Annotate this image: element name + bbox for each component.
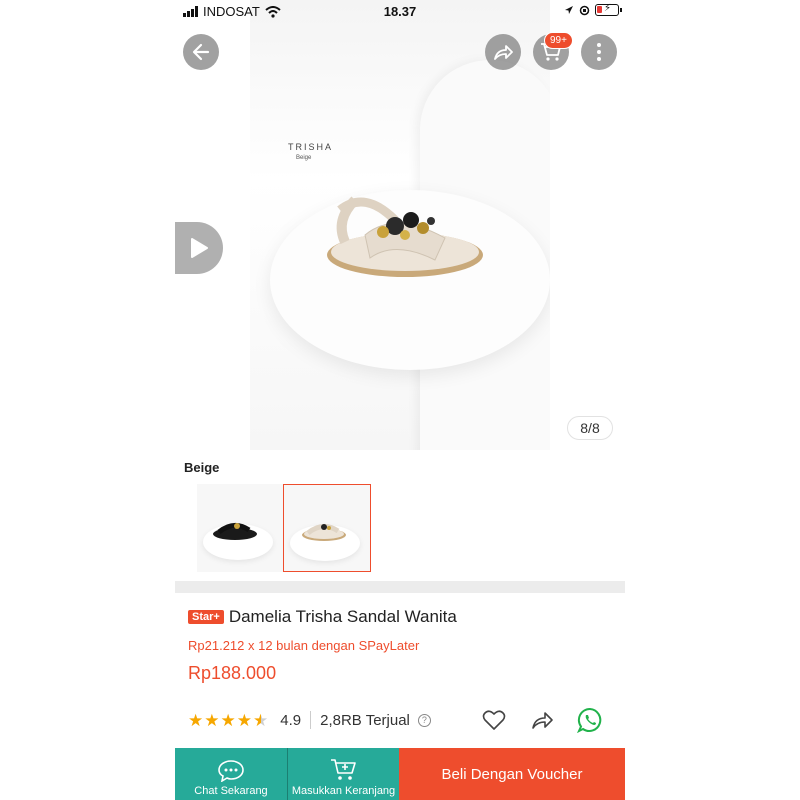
star-icon: ★ xyxy=(204,710,220,730)
buy-with-voucher-button[interactable]: Beli Dengan Voucher xyxy=(399,748,625,800)
help-icon[interactable]: ? xyxy=(417,713,431,727)
product-image-carousel[interactable]: TRISHA Beige INDOSAT 18.37 ⚡ 99+ 8/8 xyxy=(175,0,625,450)
more-icon xyxy=(597,43,601,61)
rating-value: 4.9 xyxy=(280,711,302,729)
play-video-button[interactable] xyxy=(175,222,223,274)
share-button[interactable] xyxy=(485,34,521,70)
photo-brand-subtext: Beige xyxy=(296,155,312,161)
photo-brand-text: TRISHA xyxy=(288,142,334,152)
star-icon: ★ xyxy=(236,710,252,730)
section-divider xyxy=(175,581,625,593)
battery-icon: ⚡ xyxy=(595,3,622,16)
product-page: TRISHA Beige INDOSAT 18.37 ⚡ 99+ 8/8 Bei… xyxy=(175,0,625,800)
share-product-button[interactable] xyxy=(529,708,555,732)
bottom-action-bar: Chat Sekarang Masukkan Keranjang Beli De… xyxy=(175,748,625,800)
star-plus-badge: Star+ xyxy=(188,610,224,624)
add-cart-icon xyxy=(330,759,356,780)
share-icon xyxy=(532,712,553,729)
chat-icon xyxy=(218,760,244,782)
add-to-cart-label: Masukkan Keranjang xyxy=(291,785,396,797)
share-icon xyxy=(494,45,513,60)
rating-row: ★ ★ ★ ★ ★ 4.9 2,8RB Terjual ? xyxy=(188,707,618,733)
location-icon xyxy=(565,6,573,14)
chat-now-label: Chat Sekarang xyxy=(194,785,268,797)
cart-count-badge: 99+ xyxy=(544,32,573,49)
sandal-thumbnail-image xyxy=(302,524,346,541)
more-options-button[interactable] xyxy=(581,34,617,70)
half-star-icon: ★ xyxy=(253,710,269,730)
image-counter: 8/8 xyxy=(567,416,613,440)
sandal-thumbnail-image xyxy=(213,523,257,540)
play-icon xyxy=(191,238,208,258)
star-icon: ★ xyxy=(188,710,204,730)
sandal-image xyxy=(327,196,483,277)
whatsapp-icon xyxy=(577,707,602,733)
product-title: Damelia Trisha Sandal Wanita xyxy=(228,607,457,626)
product-title-row: Star+ Damelia Trisha Sandal Wanita xyxy=(188,607,457,627)
star-icon: ★ xyxy=(220,710,236,730)
status-bar: INDOSAT 18.37 ⚡ xyxy=(175,0,625,24)
whatsapp-share-button[interactable] xyxy=(577,707,603,733)
heart-icon xyxy=(482,710,506,730)
add-to-cart-button[interactable]: Masukkan Keranjang xyxy=(287,748,399,800)
buy-with-voucher-label: Beli Dengan Voucher xyxy=(441,765,583,783)
favorite-button[interactable] xyxy=(481,708,507,732)
variant-thumbnail-beige[interactable] xyxy=(283,484,371,572)
product-price: Rp188.000 xyxy=(188,663,277,683)
back-button[interactable] xyxy=(183,34,219,70)
paylater-info[interactable]: Rp21.212 x 12 bulan dengan SPayLater xyxy=(188,638,419,653)
orientation-lock-icon xyxy=(579,5,590,15)
sold-count: 2,8RB Terjual xyxy=(320,711,410,729)
chat-now-button[interactable]: Chat Sekarang xyxy=(175,748,287,800)
rating-stars: ★ ★ ★ ★ ★ xyxy=(188,712,268,729)
back-arrow-icon xyxy=(192,43,210,61)
clock: 18.37 xyxy=(383,4,417,19)
variant-thumbnail-black[interactable] xyxy=(197,484,285,572)
variant-label: Beige xyxy=(184,460,220,475)
